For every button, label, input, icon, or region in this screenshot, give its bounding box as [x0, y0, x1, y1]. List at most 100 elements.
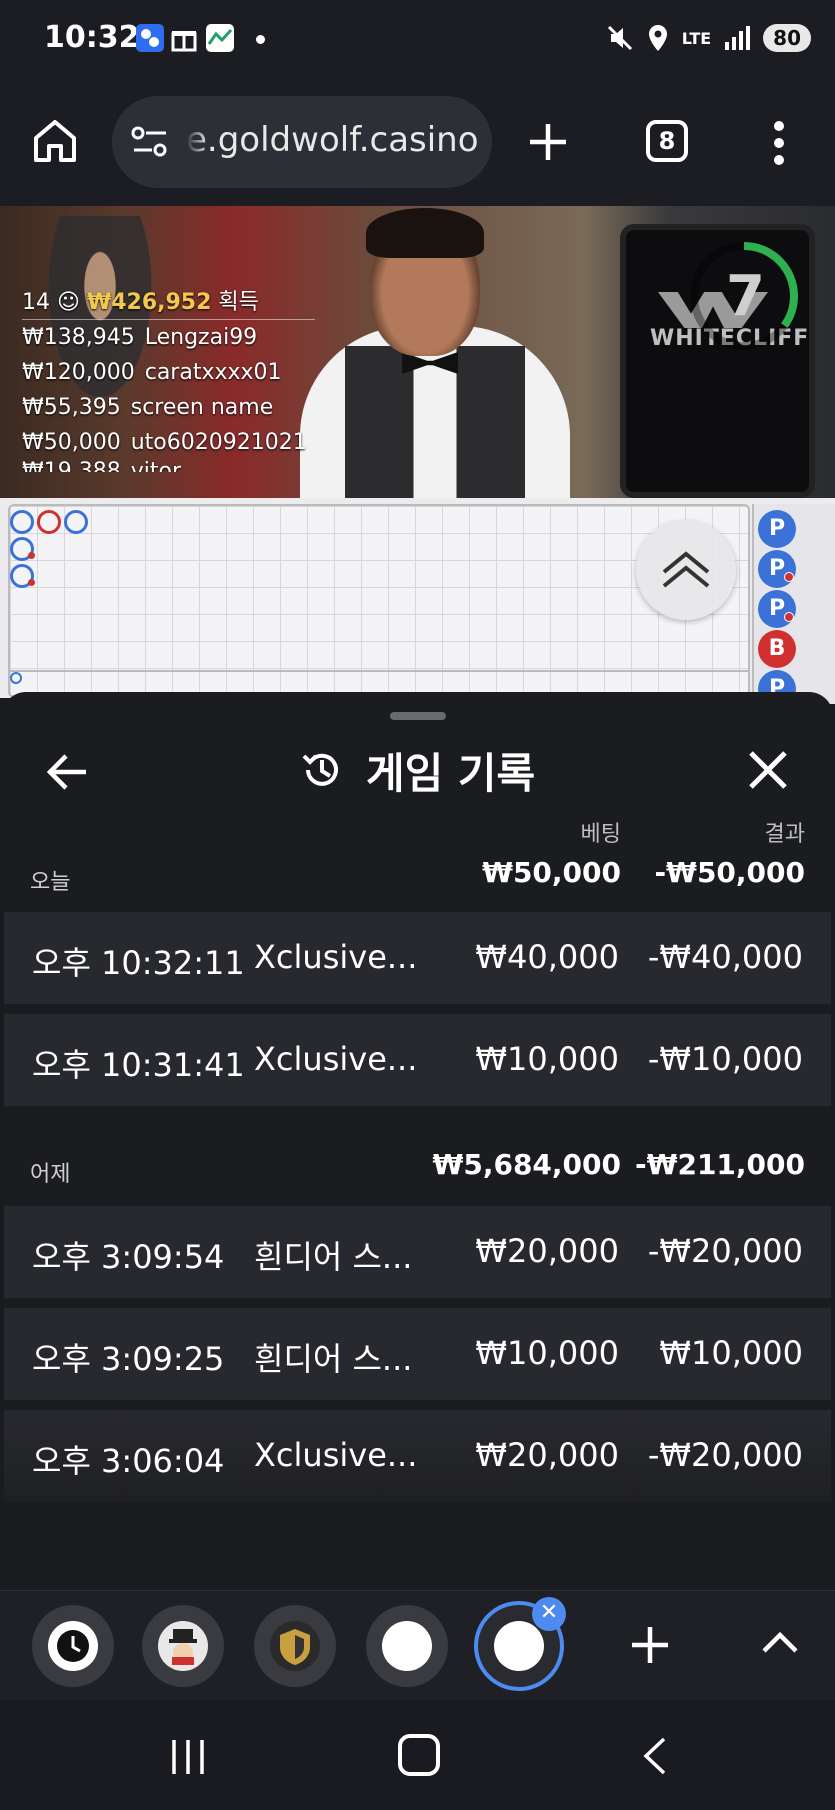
winners-header: 14 ☺ ₩426,952 획득 — [22, 284, 315, 320]
address-bar[interactable]: e.goldwolf.casino — [112, 96, 492, 188]
nav-back-icon[interactable] — [640, 1736, 668, 1776]
tab-chip-shield[interactable] — [254, 1605, 336, 1687]
chevron-up-icon[interactable] — [758, 1625, 802, 1661]
site-settings-icon[interactable] — [130, 124, 170, 160]
home-icon[interactable] — [30, 116, 80, 166]
road-bead — [10, 672, 22, 684]
tab-chip-blank[interactable] — [366, 1605, 448, 1687]
dealer-hair — [366, 208, 484, 258]
record-bet: ₩10,000 — [475, 1040, 619, 1078]
record-result: -₩20,000 — [647, 1436, 803, 1474]
close-icon[interactable] — [746, 748, 790, 792]
recents-icon[interactable] — [168, 1738, 208, 1776]
day-total-result: -₩211,000 — [634, 1148, 805, 1181]
road-bead — [64, 510, 88, 534]
bead-dot — [784, 572, 794, 582]
mute-icon — [607, 25, 632, 51]
gift-icon — [170, 24, 198, 52]
sheet-drag-handle[interactable] — [390, 712, 446, 720]
winner-row: ₩138,945 Lengzai99 — [22, 325, 258, 350]
winner-row: ₩120,000 caratxxxx01 — [22, 360, 282, 385]
day-total-bet: ₩5,684,000 — [432, 1148, 621, 1181]
record-time: 오후 3:09:54 — [32, 1238, 225, 1276]
record-result: -₩10,000 — [647, 1040, 803, 1078]
history-record-row[interactable]: 오후 3:09:25 흰디어 스... ₩10,000 ₩10,000 — [4, 1308, 831, 1400]
day-summary-row: 어제 ₩5,684,000 -₩211,000 — [2, 1144, 833, 1190]
status-bar: 10:32 LTE 80 — [0, 0, 835, 78]
history-record-row[interactable]: 오후 10:31:41 Xclusive... ₩10,000 -₩10,000 — [4, 1014, 831, 1106]
winner-row: ₩19,388vitor — [22, 460, 322, 472]
history-record-row[interactable]: 오후 10:32:11 Xclusive... ₩40,000 -₩40,000 — [4, 912, 831, 1004]
countdown-timer: 7 — [726, 264, 765, 329]
signal-icon — [725, 26, 751, 50]
record-game: Xclusive... — [254, 1436, 418, 1474]
sheet-title-text: 게임 기록 — [366, 748, 536, 798]
winners-total: ₩426,952 — [86, 290, 212, 315]
winner-row: ₩50,000 uto6020921021 — [22, 430, 307, 455]
record-bet: ₩40,000 — [475, 938, 619, 976]
blank-tab-icon — [382, 1621, 432, 1671]
tab-chip-clock[interactable] — [32, 1605, 114, 1687]
road-bead-dot — [28, 579, 35, 586]
record-game: Xclusive... — [254, 938, 418, 976]
app-icon-blue — [136, 24, 164, 52]
dealer-vest — [345, 346, 525, 498]
record-time: 오후 3:09:25 — [32, 1340, 225, 1378]
user-icon: ☺ — [57, 290, 80, 315]
add-tab-plus-icon[interactable] — [626, 1621, 674, 1669]
column-header-bet: 베팅 — [580, 822, 621, 847]
record-time: 오후 10:31:41 — [32, 1046, 245, 1084]
record-result: -₩40,000 — [647, 938, 803, 976]
sheet-title: 게임 기록 — [300, 740, 535, 800]
expand-roadmap-button[interactable] — [636, 520, 736, 620]
road-bead — [10, 510, 34, 534]
active-tab-icon — [494, 1621, 544, 1671]
winners-suffix: 획득 — [218, 290, 259, 315]
bead-player: P — [758, 510, 796, 548]
record-bet: ₩20,000 — [475, 1232, 619, 1270]
new-tab-plus-icon[interactable] — [526, 120, 570, 164]
bead-banker: B — [758, 630, 796, 668]
history-record-row[interactable]: 오후 3:09:54 흰디어 스... ₩20,000 -₩20,000 — [4, 1206, 831, 1298]
day-total-result: -₩50,000 — [654, 856, 805, 889]
tab-switcher-button[interactable]: 8 — [646, 120, 688, 162]
winner-row: ₩55,395 screen name — [22, 395, 274, 420]
close-tab-icon[interactable]: ✕ — [532, 1597, 566, 1631]
status-right: LTE 80 — [606, 22, 811, 54]
road-bead — [37, 510, 61, 534]
bead-player: P — [758, 550, 796, 588]
game-history-sheet: 게임 기록 베팅 결과 오늘 ₩50,000 -₩50,000 오후 10:32… — [2, 692, 833, 1590]
day-total-bet: ₩50,000 — [482, 856, 621, 889]
record-result: -₩20,000 — [647, 1232, 803, 1270]
shield-icon — [270, 1621, 320, 1671]
browser-toolbar: e.goldwolf.casino 8 — [0, 78, 835, 206]
clock-icon — [48, 1621, 98, 1671]
back-arrow-icon[interactable] — [44, 748, 92, 796]
location-icon — [648, 25, 667, 51]
network-label: LTE — [681, 28, 712, 48]
record-result: ₩10,000 — [659, 1334, 803, 1372]
column-header-result: 결과 — [764, 822, 805, 847]
bead-player: P — [758, 590, 796, 628]
day-summary-row: 오늘 ₩50,000 -₩50,000 — [2, 852, 833, 898]
bead-dot — [784, 612, 794, 622]
record-game: 흰디어 스... — [254, 1340, 413, 1378]
grid-divider — [8, 670, 750, 672]
more-menu-icon[interactable] — [772, 120, 786, 166]
winners-count: 14 — [22, 290, 50, 315]
history-icon — [302, 753, 338, 786]
record-bet: ₩10,000 — [475, 1334, 619, 1372]
day-label: 오늘 — [30, 870, 71, 895]
tab-group-strip: ✕ — [0, 1590, 835, 1700]
url-text[interactable]: e.goldwolf.casino — [186, 120, 486, 160]
system-nav-bar — [0, 1700, 835, 1810]
day-label: 어제 — [30, 1162, 71, 1187]
history-record-row[interactable]: 오후 3:06:04 Xclusive... ₩20,000 -₩20,000 — [4, 1410, 831, 1502]
tab-chip-mascot[interactable] — [142, 1605, 224, 1687]
nav-home-icon[interactable] — [398, 1734, 440, 1776]
winners-list: 14 ☺ ₩426,952 획득 ₩138,945 Lengzai99 ₩120,… — [22, 284, 322, 472]
road-bead-dot — [28, 552, 35, 559]
status-time: 10:32 — [44, 20, 140, 55]
double-chevron-up-icon — [662, 551, 710, 588]
mascot-icon — [158, 1621, 208, 1671]
